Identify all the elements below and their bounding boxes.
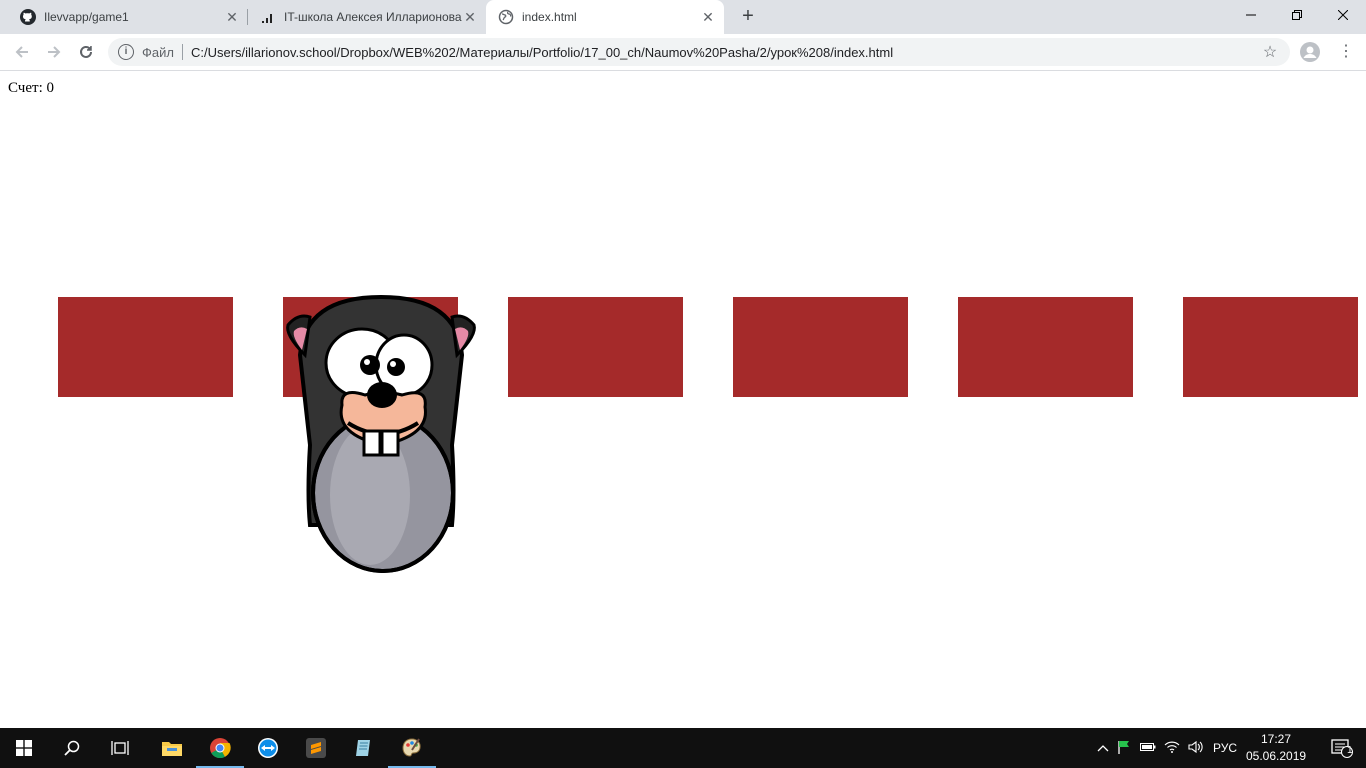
mole-hole-5[interactable] bbox=[958, 297, 1133, 397]
tab-index-html[interactable]: index.html ✕ bbox=[486, 0, 724, 34]
score-label: Счет: 0 bbox=[8, 80, 54, 96]
notification-count: 1 bbox=[1347, 745, 1353, 756]
new-tab-button[interactable]: + bbox=[736, 5, 760, 29]
browser-toolbar: i Файл C:/Users/illarionov.school/Dropbo… bbox=[0, 34, 1366, 71]
system-tray: РУС bbox=[1094, 728, 1242, 768]
page-content: Счет: 0 bbox=[0, 71, 1366, 728]
close-window-button[interactable] bbox=[1320, 0, 1366, 30]
mole-character[interactable] bbox=[280, 295, 482, 577]
globe-icon bbox=[498, 9, 514, 25]
arrow-right-icon bbox=[48, 46, 61, 58]
reload-icon bbox=[80, 45, 92, 58]
tab-title: IT-школа Алексея Илларионова bbox=[284, 10, 462, 24]
tab-close-button[interactable]: ✕ bbox=[462, 9, 478, 25]
flag-icon[interactable] bbox=[1112, 740, 1136, 757]
mole-hole-4[interactable] bbox=[733, 297, 908, 397]
volume-icon[interactable] bbox=[1184, 740, 1208, 757]
bookmark-star-icon[interactable]: ☆ bbox=[1260, 42, 1280, 62]
clock-time: 17:27 bbox=[1260, 732, 1292, 746]
tab-strip: Ilevvapp/game1 ✕ IT-школа Алексея Иллари… bbox=[0, 0, 1366, 34]
tab-title: index.html bbox=[522, 10, 577, 24]
wifi-icon[interactable] bbox=[1160, 741, 1184, 756]
mole-hole-3[interactable] bbox=[508, 297, 683, 397]
forward-button[interactable] bbox=[42, 40, 66, 64]
paint-icon[interactable] bbox=[388, 728, 436, 768]
chevron-up-icon[interactable] bbox=[1094, 741, 1112, 755]
signal-bars-icon bbox=[260, 9, 276, 25]
file-explorer-icon[interactable] bbox=[148, 728, 196, 768]
back-button[interactable] bbox=[10, 40, 34, 64]
profile-avatar-icon[interactable] bbox=[1300, 42, 1320, 62]
tab-it-school[interactable]: IT-школа Алексея Илларионова ✕ bbox=[248, 0, 486, 34]
teamviewer-icon[interactable] bbox=[244, 728, 292, 768]
tab-github[interactable]: Ilevvapp/game1 ✕ bbox=[8, 0, 248, 34]
sublime-text-icon[interactable] bbox=[292, 728, 340, 768]
github-icon bbox=[20, 9, 36, 25]
language-indicator[interactable]: РУС bbox=[1208, 741, 1242, 755]
notepad-icon[interactable] bbox=[340, 728, 388, 768]
tab-title: Ilevvapp/game1 bbox=[44, 10, 129, 24]
notification-center-icon[interactable]: 1 bbox=[1318, 728, 1366, 768]
mole-hole-1[interactable] bbox=[58, 297, 233, 397]
battery-icon[interactable] bbox=[1136, 741, 1160, 755]
info-icon[interactable]: i bbox=[118, 44, 134, 60]
scheme-label: Файл bbox=[142, 44, 174, 60]
tab-close-button[interactable]: ✕ bbox=[700, 9, 716, 25]
menu-dots-icon[interactable]: ⋮ bbox=[1336, 41, 1356, 63]
arrow-left-icon bbox=[15, 46, 28, 58]
tab-close-button[interactable]: ✕ bbox=[224, 9, 240, 25]
mole-hole-6[interactable] bbox=[1183, 297, 1358, 397]
search-icon[interactable] bbox=[48, 728, 96, 768]
minimize-icon bbox=[1246, 14, 1256, 16]
restore-icon bbox=[1292, 10, 1302, 20]
windows-start-icon[interactable] bbox=[0, 728, 48, 768]
close-icon bbox=[1338, 10, 1348, 20]
url-text[interactable]: C:/Users/illarionov.school/Dropbox/WEB%2… bbox=[191, 45, 1260, 60]
restore-button[interactable] bbox=[1274, 0, 1320, 30]
clock-date: 05.06.2019 bbox=[1246, 749, 1307, 763]
task-view-icon[interactable] bbox=[96, 728, 144, 768]
taskbar: РУС 17:27 05.06.2019 1 bbox=[0, 728, 1366, 768]
reload-button[interactable] bbox=[74, 40, 98, 64]
minimize-button[interactable] bbox=[1228, 0, 1274, 30]
chrome-taskbar-icon[interactable] bbox=[196, 728, 244, 768]
clock[interactable]: 17:27 05.06.2019 bbox=[1246, 731, 1306, 765]
omnibox-divider bbox=[181, 44, 183, 60]
address-bar[interactable]: i Файл C:/Users/illarionov.school/Dropbo… bbox=[108, 38, 1290, 66]
